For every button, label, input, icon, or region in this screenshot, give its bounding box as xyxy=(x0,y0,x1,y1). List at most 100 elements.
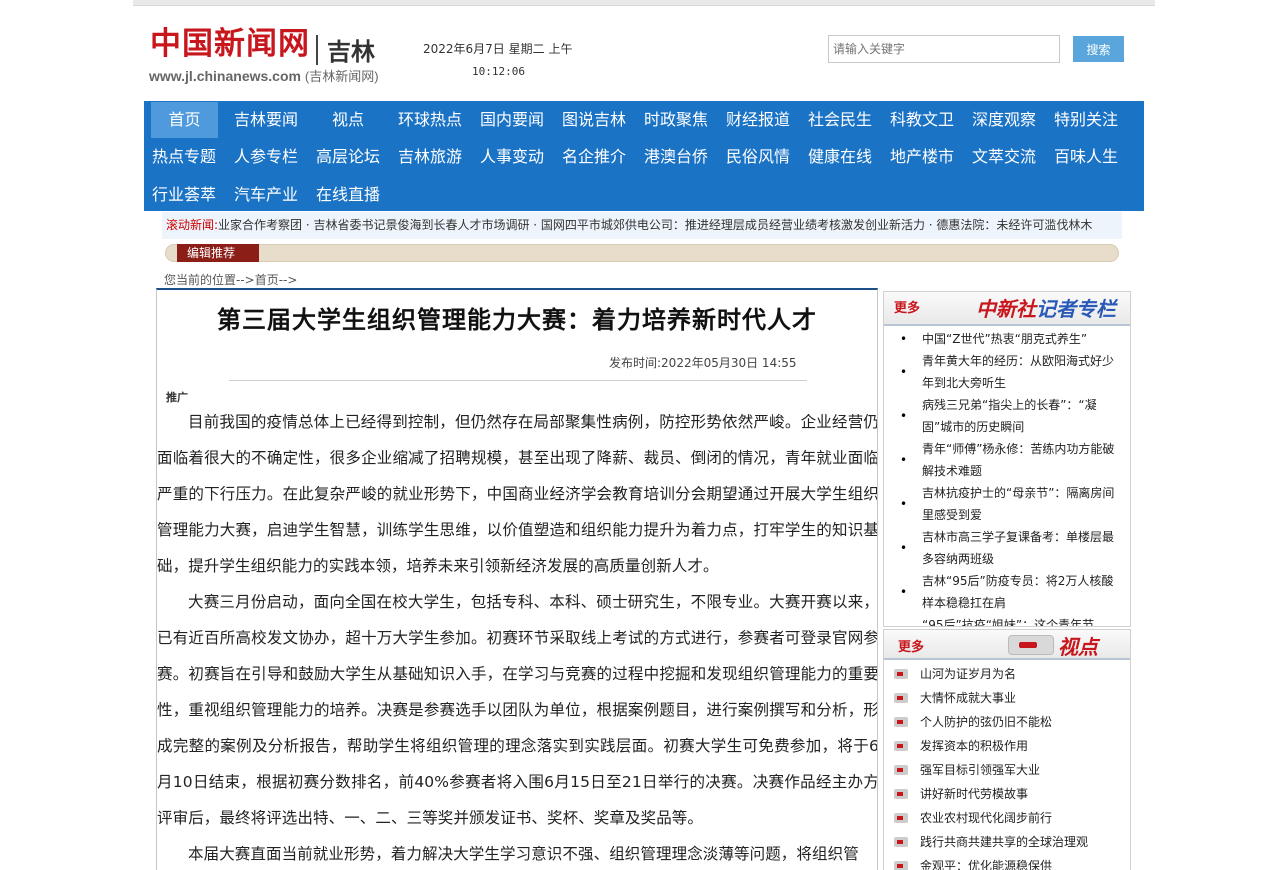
article: 第三届大学生组织管理能力大赛：着力培养新时代人才 发布时间:2022年05月30… xyxy=(156,288,878,870)
nav-item[interactable]: 财经报道 xyxy=(726,102,808,138)
panel-header: 更多 视点 xyxy=(884,630,1130,660)
article-body: 目前我国的疫情总体上已经得到控制，但仍然存在局部聚集性病例，防控形势依然严峻。企… xyxy=(157,404,878,870)
bullet-icon: • xyxy=(900,332,908,346)
list-item[interactable]: • 中国“Z世代”热衷“朋克式养生” xyxy=(894,328,1124,350)
video-icon xyxy=(894,693,908,703)
editor-pick-tab[interactable]: 编辑推荐 xyxy=(177,244,259,262)
bullet-icon: • xyxy=(900,365,908,379)
list-item-text: 大情怀成就大事业 xyxy=(920,691,1017,705)
logo-separator xyxy=(316,34,318,65)
site-logo[interactable]: 中国新闻网 吉林 xyxy=(150,24,375,67)
editor-pick-bar xyxy=(165,244,1119,262)
nav-item[interactable]: 深度观察 xyxy=(972,102,1054,138)
site-url-sub: (吉林新闻网) xyxy=(304,69,379,84)
nav-item[interactable]: 热点专题 xyxy=(152,139,234,175)
list-item[interactable]: 践行共商共建共享的全球治理观 xyxy=(892,830,1128,854)
nav-item[interactable]: 环球热点 xyxy=(398,102,480,138)
publish-time: 发布时间:2022年05月30日 14:55 xyxy=(609,356,797,370)
nav-item[interactable]: 吉林旅游 xyxy=(398,139,480,175)
list-item-text: 强军目标引领强军大业 xyxy=(920,763,1041,777)
list-item[interactable]: 讲好新时代劳模故事 xyxy=(892,782,1128,806)
nav-item[interactable]: 吉林要闻 xyxy=(234,102,316,138)
list-item[interactable]: 大情怀成就大事业 xyxy=(892,686,1128,710)
video-icon xyxy=(894,717,908,727)
nav-item[interactable]: 百味人生 xyxy=(1054,139,1136,175)
reporter-column-logo: 中新社记者专栏 xyxy=(976,293,1116,322)
viewpoint-news-list: 山河为证岁月为名 大情怀成就大事业 个人防护的弦仍旧不能松 发挥资本的积极作用 … xyxy=(892,662,1128,870)
ticker-label: 滚动新闻: xyxy=(166,218,219,232)
search-input[interactable] xyxy=(828,35,1060,63)
nav-item[interactable]: 名企推介 xyxy=(562,139,644,175)
logo-region: 吉林 xyxy=(327,38,375,66)
site-url: www.jl.chinanews.com (吉林新闻网) xyxy=(149,66,379,85)
brand-column: 记者专栏 xyxy=(1036,297,1116,321)
list-item-text: 青年黄大年的经历：从欧阳海式好少年到北大旁听生 xyxy=(922,354,1115,390)
video-icon xyxy=(894,789,908,799)
list-item[interactable]: 农业农村现代化阔步前行 xyxy=(892,806,1128,830)
article-paragraph: 目前我国的疫情总体上已经得到控制，但仍然存在局部聚集性病例，防控形势依然严峻。企… xyxy=(157,413,878,575)
list-item[interactable]: • 青年“师傅”杨永修：苦练内功方能破解技术难题 xyxy=(894,438,1124,482)
nav-item[interactable]: 图说吉林 xyxy=(562,102,644,138)
list-item[interactable]: 个人防护的弦仍旧不能松 xyxy=(892,710,1128,734)
video-icon xyxy=(894,741,908,751)
nav-item[interactable]: 港澳台侨 xyxy=(644,139,726,175)
logo-chinanews: 中国新闻网 xyxy=(150,26,310,62)
nav-item[interactable]: 社会民生 xyxy=(808,102,890,138)
list-item[interactable]: • 青年黄大年的经历：从欧阳海式好少年到北大旁听生 xyxy=(894,350,1124,394)
nav-item[interactable]: 地产楼市 xyxy=(890,139,972,175)
list-item-text: 吉林“95后”防疫专员：将2万人核酸样本稳稳扛在肩 xyxy=(922,574,1114,610)
list-item-text: 践行共商共建共享的全球治理观 xyxy=(920,835,1089,849)
reporter-news-list: • 中国“Z世代”热衷“朋克式养生” • 青年黄大年的经历：从欧阳海式好少年到北大旁… xyxy=(894,328,1124,627)
list-item[interactable]: • 吉林抗疫护士的“母亲节”：隔离房间里感受到爱 xyxy=(894,482,1124,526)
nav-item[interactable]: 高层论坛 xyxy=(316,139,398,175)
site-url-text: www.jl.chinanews.com xyxy=(149,68,301,84)
list-item[interactable]: 金观平：优化能源稳保供 xyxy=(892,854,1128,870)
top-border xyxy=(133,0,1155,6)
current-time: 10:12:06 xyxy=(472,65,525,78)
nav-item[interactable]: 行业荟萃 xyxy=(152,177,234,213)
nav-item[interactable]: 人参专栏 xyxy=(234,139,316,175)
list-item[interactable]: • “95后”抗疫“姐妹”：这个青年节 xyxy=(894,614,1124,627)
list-item[interactable]: 强军目标引领强军大业 xyxy=(892,758,1128,782)
list-item-text: 青年“师傅”杨永修：苦练内功方能破解技术难题 xyxy=(922,442,1115,478)
list-item-text: 发挥资本的积极作用 xyxy=(920,739,1029,753)
list-item-text: 山河为证岁月为名 xyxy=(920,667,1017,681)
nav-item[interactable]: 特别关注 xyxy=(1054,102,1136,138)
title-divider xyxy=(229,380,807,381)
list-item-text: 病残三兄弟“指尖上的长春”：“凝固”城市的历史瞬间 xyxy=(922,398,1097,434)
bullet-icon: • xyxy=(900,453,908,467)
nav-item[interactable]: 民俗风情 xyxy=(726,139,808,175)
current-date: 2022年6月7日 星期二 上午 xyxy=(423,42,573,56)
list-item[interactable]: • 吉林“95后”防疫专员：将2万人核酸样本稳稳扛在肩 xyxy=(894,570,1124,614)
nav-item[interactable]: 科教文卫 xyxy=(890,102,972,138)
nav-item-home[interactable]: 首页 xyxy=(151,102,218,138)
panel-header: 更多 中新社记者专栏 xyxy=(884,292,1130,326)
video-icon xyxy=(894,837,908,847)
list-item[interactable]: 发挥资本的积极作用 xyxy=(892,734,1128,758)
breadcrumb[interactable]: 您当前的位置-->首页--> xyxy=(164,271,297,288)
promo-tag: 推广 xyxy=(166,391,188,404)
nav-item[interactable]: 文萃交流 xyxy=(972,139,1054,175)
nav-item[interactable]: 在线直播 xyxy=(316,177,398,213)
list-item-text: 中国“Z世代”热衷“朋克式养生” xyxy=(922,332,1088,346)
news-ticker: 滚动新闻:业家合作考察团 · 吉林省委书记景俊海到长春人才市场调研 · 国网四平… xyxy=(162,212,1122,239)
list-item-text: “95后”抗疫“姐妹”：这个青年节 xyxy=(922,618,1095,627)
nav-item[interactable]: 汽车产业 xyxy=(234,177,316,213)
nav-item[interactable]: 国内要闻 xyxy=(480,102,562,138)
more-link[interactable]: 更多 xyxy=(894,297,920,316)
bullet-icon: • xyxy=(900,585,908,599)
bullet-icon: • xyxy=(900,625,907,626)
video-icon xyxy=(894,669,908,679)
nav-item[interactable]: 人事变动 xyxy=(480,139,562,175)
list-item[interactable]: • 吉林市高三学子复课备考：单楼层最多容纳两班级 xyxy=(894,526,1124,570)
list-item-text: 个人防护的弦仍旧不能松 xyxy=(920,715,1053,729)
nav-item[interactable]: 健康在线 xyxy=(808,139,890,175)
ticker-text[interactable]: 业家合作考察团 · 吉林省委书记景俊海到长春人才市场调研 · 国网四平市城郊供电… xyxy=(218,218,1092,232)
search-button[interactable]: 搜索 xyxy=(1073,36,1124,62)
main-nav: 首页 吉林要闻 视点 环球热点 国内要闻 图说吉林 时政聚焦 财经报道 社会民生… xyxy=(144,101,1144,211)
viewpoint-panel: 更多 视点 山河为证岁月为名 大情怀成就大事业 个人防护的弦仍旧不能松 发挥资本… xyxy=(883,629,1131,870)
nav-item[interactable]: 时政聚焦 xyxy=(644,102,726,138)
list-item[interactable]: 山河为证岁月为名 xyxy=(892,662,1128,686)
more-link[interactable]: 更多 xyxy=(898,636,924,655)
list-item[interactable]: • 病残三兄弟“指尖上的长春”：“凝固”城市的历史瞬间 xyxy=(894,394,1124,438)
